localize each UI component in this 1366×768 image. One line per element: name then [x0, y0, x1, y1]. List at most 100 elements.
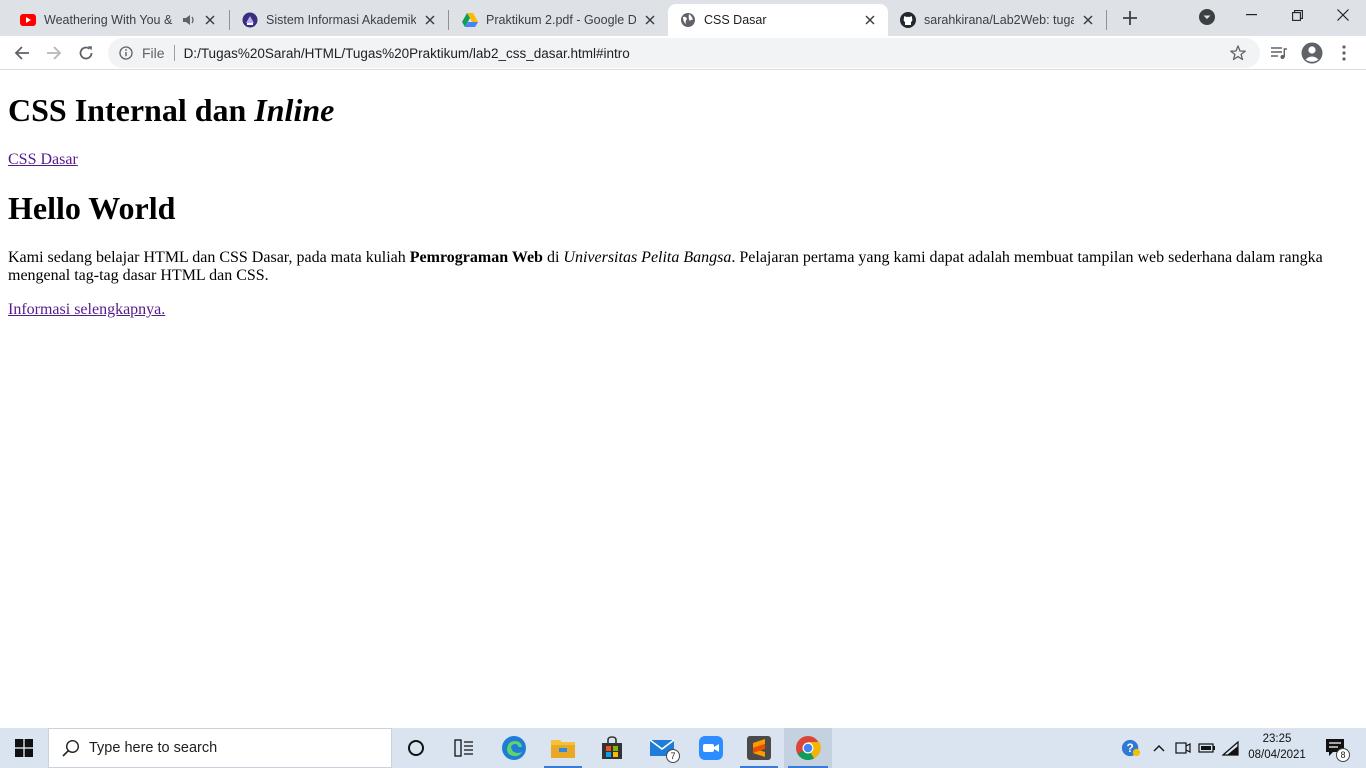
github-icon: [900, 12, 916, 28]
title-italic-text: Inline: [254, 92, 335, 128]
menu-button[interactable]: [1332, 41, 1356, 65]
bookmark-star-icon[interactable]: [1228, 43, 1248, 63]
chevron-down-circle-icon: [1199, 9, 1215, 25]
windows-taskbar: Type here to search 7 ? 23:25 08/04/2021…: [0, 728, 1366, 768]
search-icon: [61, 738, 81, 758]
taskbar-app-edge[interactable]: [490, 728, 538, 768]
tab-google-drive[interactable]: Praktikum 2.pdf - Google Driv: [450, 4, 668, 36]
mail-unread-badge: 7: [666, 749, 680, 763]
taskbar-app-store[interactable]: [588, 728, 636, 768]
plus-icon: [1123, 11, 1137, 25]
css-dasar-link[interactable]: CSS Dasar: [8, 151, 78, 168]
close-tab-icon[interactable]: [422, 12, 438, 28]
close-icon: [1337, 9, 1349, 21]
audio-playing-icon[interactable]: [182, 13, 196, 27]
taskbar-app-file-explorer[interactable]: [540, 728, 586, 768]
forward-button[interactable]: [40, 39, 68, 67]
task-view-button[interactable]: [440, 728, 488, 768]
web-page-content: CSS Internal dan Inline CSS Dasar Hello …: [0, 71, 1366, 728]
paragraph-text: di: [542, 249, 564, 266]
hello-heading: Hello World: [8, 190, 176, 226]
kebab-menu-icon: [1342, 45, 1346, 61]
close-tab-icon[interactable]: [862, 12, 878, 28]
tab-siakad[interactable]: Sistem Informasi Akademik: [230, 4, 448, 36]
clock-date: 08/04/2021: [1248, 749, 1306, 761]
restore-button[interactable]: [1274, 0, 1320, 30]
page-title: CSS Internal dan Inline: [8, 92, 334, 129]
tab-separator: [1106, 10, 1107, 30]
tab-title: sarahkirana/Lab2Web: tugas: [924, 13, 1074, 27]
minimize-button[interactable]: [1228, 0, 1274, 30]
search-placeholder: Type here to search: [89, 740, 218, 756]
system-clock[interactable]: 23:25 08/04/2021: [1246, 731, 1308, 763]
tab-youtube[interactable]: Weathering With You & y: [8, 4, 228, 36]
close-tab-icon[interactable]: [1080, 12, 1096, 28]
clock-time: 23:25: [1262, 733, 1292, 745]
folder-icon: [551, 740, 575, 758]
close-tab-icon[interactable]: [202, 12, 218, 28]
profile-button[interactable]: [1300, 41, 1324, 65]
store-bag-icon: [602, 736, 622, 759]
close-window-button[interactable]: [1320, 0, 1366, 30]
tab-title: Sistem Informasi Akademik: [266, 13, 416, 27]
info-icon[interactable]: [118, 45, 134, 61]
university-icon: [242, 12, 258, 28]
course-name: Pemrograman Web: [409, 249, 543, 266]
playlist-icon: [1271, 47, 1287, 59]
minimize-icon: [1245, 14, 1257, 16]
chevron-up-icon[interactable]: [1149, 738, 1169, 758]
arrow-left-icon: [14, 46, 29, 60]
sublime-text-icon: [747, 736, 771, 760]
battery-icon[interactable]: [1197, 738, 1217, 758]
nav-paragraph: CSS Dasar: [8, 151, 78, 169]
new-tab-button[interactable]: [1118, 6, 1142, 30]
youtube-icon: [20, 12, 36, 28]
tab-search-button[interactable]: [1197, 7, 1217, 27]
close-tab-icon[interactable]: [642, 12, 658, 28]
help-update-icon[interactable]: ?: [1121, 738, 1141, 758]
meet-now-icon[interactable]: [1173, 738, 1193, 758]
globe-icon: [680, 12, 696, 28]
media-control-button[interactable]: [1267, 41, 1291, 65]
url-text[interactable]: D:/Tugas%20Sarah/HTML/Tugas%20Praktikum/…: [184, 46, 1228, 61]
tab-strip: Weathering With You & y Sistem Informasi…: [0, 0, 1366, 36]
more-info-link[interactable]: Informasi selengkapnya.: [8, 301, 165, 318]
cortana-circle-icon: [408, 740, 424, 756]
taskbar-app-mail[interactable]: 7: [638, 728, 686, 768]
tab-separator: [448, 10, 449, 30]
paragraph-text: Kami sedang belajar HTML dan CSS Dasar, …: [8, 249, 410, 266]
reload-icon: [79, 46, 93, 60]
taskbar-search-box[interactable]: Type here to search: [48, 728, 392, 768]
title-text: CSS Internal dan: [8, 92, 255, 128]
avatar-icon: [1301, 42, 1323, 64]
edge-icon: [502, 736, 526, 760]
tab-css-dasar[interactable]: CSS Dasar: [668, 4, 888, 36]
tab-github[interactable]: sarahkirana/Lab2Web: tugas: [888, 4, 1106, 36]
intro-paragraph: Kami sedang belajar HTML dan CSS Dasar, …: [8, 249, 1343, 285]
university-name: Universitas Pelita Bangsa: [563, 249, 732, 266]
tab-title: CSS Dasar: [704, 13, 767, 27]
address-separator: [173, 45, 175, 61]
address-bar[interactable]: File D:/Tugas%20Sarah/HTML/Tugas%20Prakt…: [108, 38, 1260, 68]
reload-button[interactable]: [72, 39, 100, 67]
more-info-paragraph: Informasi selengkapnya.: [8, 301, 165, 319]
restore-icon: [1291, 9, 1303, 21]
taskbar-app-zoom[interactable]: [688, 728, 734, 768]
cortana-button[interactable]: [392, 728, 440, 768]
taskbar-app-sublime[interactable]: [736, 728, 782, 768]
notification-count-badge: 8: [1336, 748, 1350, 762]
tab-title: Weathering With You & y: [44, 13, 176, 27]
back-button[interactable]: [8, 39, 36, 67]
zoom-icon: [699, 736, 723, 760]
start-button[interactable]: [0, 728, 48, 768]
chrome-icon: [796, 736, 821, 761]
browser-toolbar: File D:/Tugas%20Sarah/HTML/Tugas%20Prakt…: [0, 36, 1366, 70]
windows-logo-icon: [15, 739, 33, 757]
security-chip[interactable]: File: [142, 45, 165, 61]
svg-text:?: ?: [1126, 741, 1133, 755]
taskbar-app-chrome[interactable]: [784, 728, 832, 768]
action-center-button[interactable]: 8: [1324, 738, 1350, 762]
google-drive-icon: [462, 12, 478, 28]
task-view-icon: [454, 739, 473, 757]
wifi-icon[interactable]: [1221, 738, 1241, 758]
